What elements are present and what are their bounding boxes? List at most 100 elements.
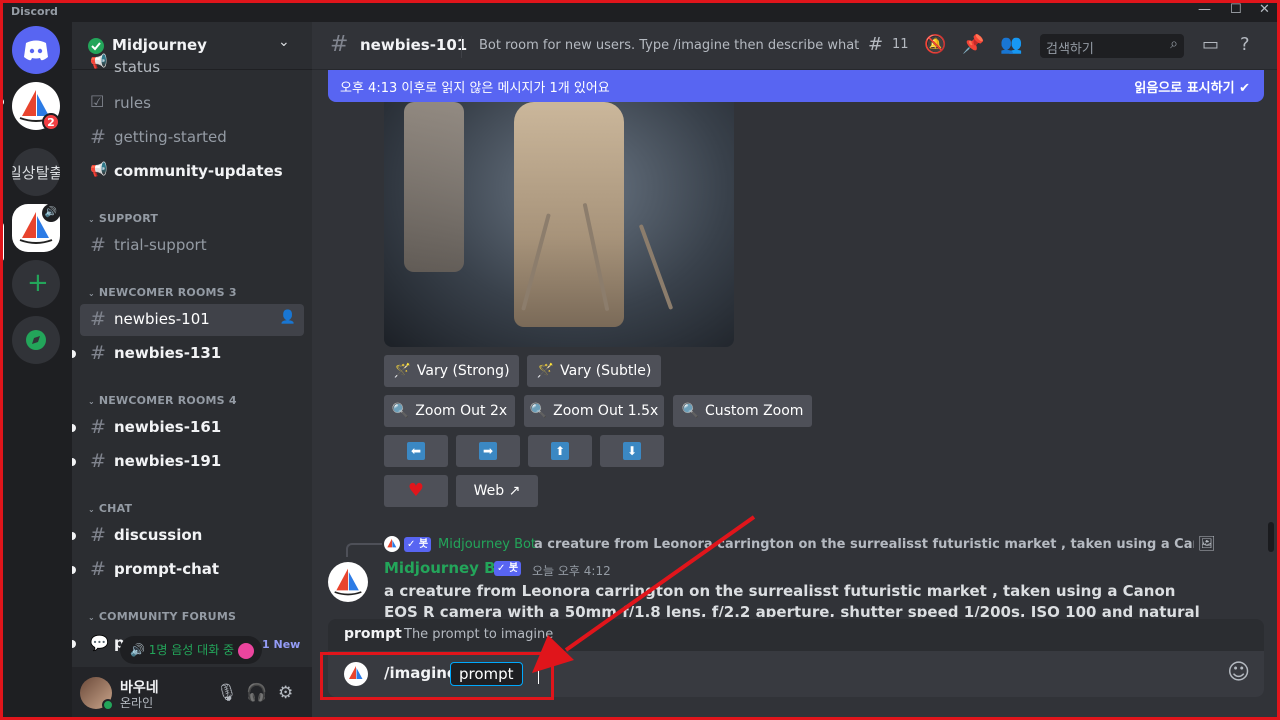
online-status-icon (102, 699, 114, 711)
speaker-icon: 🔊 (42, 204, 60, 222)
mute-bell-icon[interactable]: 🔕 (924, 34, 946, 55)
minimize-button[interactable]: — (1198, 2, 1211, 17)
add-server-button[interactable]: + (12, 260, 60, 308)
heart-icon: ♥ (407, 480, 425, 501)
gear-icon[interactable]: ⚙ (278, 683, 293, 703)
channel-status[interactable]: 📢 status (80, 54, 304, 80)
invite-icon[interactable]: 👤 (280, 310, 296, 325)
sailboat-icon (349, 666, 363, 679)
channel-discussion[interactable]: # discussion (80, 520, 304, 552)
scrollbar-thumb[interactable] (1268, 522, 1274, 552)
pin-icon[interactable]: 📌 (962, 34, 984, 55)
chat-area: # newbies-101 Bot room for new users. Ty… (312, 22, 1280, 720)
category-label: COMMUNITY FORUMS (98, 610, 237, 623)
microphone-icon[interactable]: 🎙 (216, 683, 238, 703)
category-newcomer-3[interactable]: ⌄ NEWCOMER ROOMS 3 (88, 286, 237, 299)
help-icon[interactable]: ? (1240, 34, 1250, 55)
channel-newbies-101[interactable]: # newbies-101 👤 (80, 304, 304, 336)
channel-community-updates[interactable]: 📢 community-updates (80, 156, 304, 188)
reply-connector (346, 543, 382, 557)
generated-image[interactable] (384, 102, 734, 347)
search-input[interactable]: 검색하기 ⌕ (1040, 34, 1184, 58)
emoji-icon[interactable]: ☺ (1227, 660, 1250, 685)
channel-sidebar: Midjourney ⌄ 📢 status ☑ rules # getting-… (72, 22, 312, 720)
thread-hash-icon: # (90, 308, 106, 330)
button-label: Zoom Out 2x (415, 403, 508, 419)
channel-name: newbies-161 (114, 418, 222, 436)
category-community-forums[interactable]: ⌄ COMMUNITY FORUMS (88, 610, 236, 623)
button-label: Zoom Out 1.5x (553, 403, 659, 419)
message-timestamp: 오늘 오후 4:12 (532, 564, 611, 578)
category-chat[interactable]: ⌄ CHAT (88, 502, 132, 515)
channel-trial-support[interactable]: # trial-support (80, 230, 304, 262)
plus-icon: + (27, 268, 49, 298)
channel-newbies-191[interactable]: # newbies-191 (80, 446, 304, 478)
mark-as-read-button[interactable]: 읽음으로 표시하기 ✔ (1134, 77, 1250, 96)
magic-wand-icon: 🪄 (536, 363, 555, 379)
reply-preview[interactable]: a creature from Leonora carrington on th… (534, 537, 1194, 552)
inbox-icon[interactable]: ▭ (1202, 34, 1219, 55)
chevron-down-icon[interactable]: ⌄ (278, 34, 290, 50)
forum-icon: 💬 (90, 634, 109, 652)
search-placeholder: 검색하기 (1046, 42, 1094, 57)
category-label: NEWCOMER ROOMS 3 (98, 286, 237, 299)
maximize-button[interactable]: ☐ (1230, 2, 1242, 17)
user-status: 온라인 (120, 696, 154, 710)
channel-name: community-updates (114, 162, 283, 180)
vary-subtle-button[interactable]: 🪄 Vary (Subtle) (527, 355, 661, 387)
slash-option-hint: prompt The prompt to imagine (328, 619, 1264, 651)
web-button[interactable]: Web ↗ (456, 475, 538, 507)
channel-header: # newbies-101 Bot room for new users. Ty… (312, 22, 1280, 70)
external-link-icon: ↗ (508, 483, 521, 499)
creature-limb (638, 224, 674, 310)
channel-getting-started[interactable]: # getting-started (80, 122, 304, 154)
threads-icon[interactable]: # (868, 34, 883, 55)
custom-zoom-button[interactable]: 🔍 Custom Zoom (673, 395, 812, 427)
unread-banner[interactable]: 오후 4:13 이후로 읽지 않은 메시지가 1개 있어요 읽음으로 표시하기 … (328, 70, 1264, 102)
category-support[interactable]: ⌄ SUPPORT (88, 212, 158, 225)
announcement-icon: 📢 (90, 162, 108, 178)
channel-newbies-131[interactable]: # newbies-131 (80, 338, 304, 370)
explore-button[interactable] (12, 316, 60, 364)
close-button[interactable]: ✕ (1259, 2, 1270, 17)
headphones-icon[interactable]: 🎧 (246, 683, 267, 703)
compass-icon (26, 330, 46, 350)
sailboat-icon (334, 568, 362, 596)
app-title: Discord (11, 5, 58, 18)
message-composer[interactable]: /imagine prompt ☺ (328, 651, 1264, 697)
home-button[interactable] (12, 26, 60, 74)
bot-avatar (344, 662, 368, 686)
unread-indicator (72, 640, 76, 648)
verified-icon (88, 38, 104, 54)
threads-count: 11 (892, 37, 909, 52)
members-icon[interactable]: 👥 (1000, 34, 1022, 55)
vary-strong-button[interactable]: 🪄 Vary (Strong) (384, 355, 519, 387)
category-newcomer-4[interactable]: ⌄ NEWCOMER ROOMS 4 (88, 394, 237, 407)
channel-newbies-161[interactable]: # newbies-161 (80, 412, 304, 444)
arrow-right-icon: ➡ (479, 442, 497, 460)
prompt-parameter-input[interactable]: prompt (450, 662, 523, 686)
button-label: Web (473, 483, 505, 499)
pan-right-button[interactable]: ➡ (456, 435, 520, 467)
pan-left-button[interactable]: ⬅ (384, 435, 448, 467)
channel-title: newbies-101 (360, 36, 468, 54)
server-korean[interactable]: 일상탈출 (12, 148, 60, 196)
pan-down-button[interactable]: ⬇ (600, 435, 664, 467)
channel-name: trial-support (114, 236, 207, 254)
channel-prompt-chat[interactable]: # prompt-chat (80, 554, 304, 586)
pan-up-button[interactable]: ⬆ (528, 435, 592, 467)
channel-topic[interactable]: Bot room for new users. Type /imagine th… (479, 38, 859, 53)
zoom-out-2x-button[interactable]: 🔍 Zoom Out 2x (384, 395, 515, 427)
guild-name: Midjourney (112, 36, 207, 54)
channel-rules[interactable]: ☑ rules (80, 88, 304, 120)
server-rail: 2 일상탈출 🔊 + (0, 22, 72, 720)
zoom-out-1-5x-button[interactable]: 🔍 Zoom Out 1.5x (524, 395, 664, 427)
reply-author[interactable]: Midjourney Bot (438, 537, 536, 552)
channel-name: newbies-191 (114, 452, 222, 470)
avatar[interactable] (328, 562, 368, 602)
favorite-button[interactable]: ♥ (384, 475, 448, 507)
thread-hash-icon: # (90, 524, 106, 546)
arrow-left-icon: ⬅ (407, 442, 425, 460)
option-description: The prompt to imagine (404, 627, 554, 642)
unread-indicator (72, 566, 76, 574)
